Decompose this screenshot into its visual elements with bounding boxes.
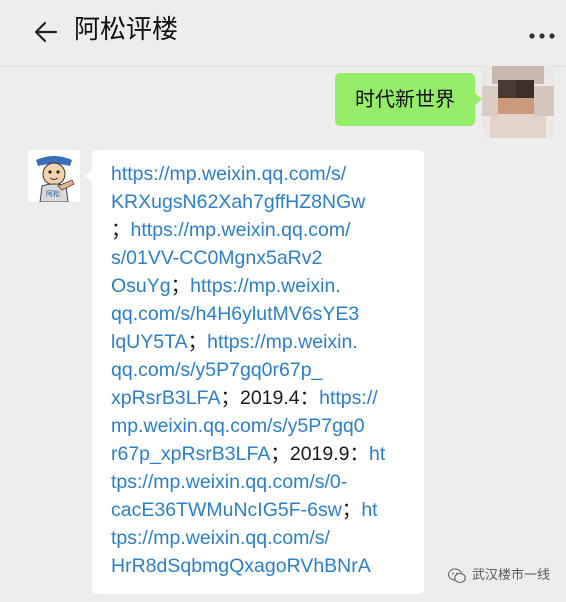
url-link[interactable]: s/01VV-CC0Mgnx5aRv2 xyxy=(111,247,322,269)
url-link[interactable]: ht xyxy=(361,499,377,521)
message-text-segment: ；2019.4： xyxy=(220,387,320,409)
url-link[interactable]: cacE36TWMuNcIG5F-6sw xyxy=(111,499,342,521)
message-line: ；https://mp.weixin.qq.com/ xyxy=(111,216,420,244)
message-line: HrR8dSqbmgQxagoRVhBNrA xyxy=(111,552,420,580)
svg-text:阿松: 阿松 xyxy=(46,189,60,198)
received-message-bubble[interactable]: https://mp.weixin.qq.com/s/KRXugsN62Xah7… xyxy=(85,150,424,594)
sent-message-bubble[interactable]: 时代新世界 xyxy=(335,73,482,126)
url-link[interactable]: https:// xyxy=(319,387,378,409)
chat-header: 阿松评楼 xyxy=(0,0,566,67)
received-message-text: https://mp.weixin.qq.com/s/KRXugsN62Xah7… xyxy=(111,160,420,580)
url-link[interactable]: mp.weixin.qq.com/s/y5P7gq0 xyxy=(111,415,365,437)
message-line: r67p_xpRsrB3LFA；2019.9：ht xyxy=(111,440,420,468)
cartoon-character-icon: 阿松 xyxy=(28,150,80,202)
avatar-pixel xyxy=(490,114,546,138)
sent-message-text: 时代新世界 xyxy=(355,87,455,111)
message-line: qq.com/s/y5P7gq0r67p_ xyxy=(111,356,420,384)
url-link[interactable]: HrR8dSqbmgQxagoRVhBNrA xyxy=(111,555,371,577)
url-link[interactable]: xpRsrB3LFA xyxy=(111,387,220,409)
message-text-segment: ； xyxy=(111,219,131,241)
avatar-pixel xyxy=(498,80,516,100)
chat-title: 阿松评楼 xyxy=(74,15,179,45)
message-text-segment: ； xyxy=(187,331,208,353)
back-arrow-icon[interactable] xyxy=(30,16,62,48)
url-link[interactable]: KRXugsN62Xah7gffHZ8NGw xyxy=(111,191,365,213)
message-line: qq.com/s/h4H6ylutMV6sYE3 xyxy=(111,300,420,328)
avatar-pixel xyxy=(482,86,498,116)
message-line: lqUY5TA；https://mp.weixin. xyxy=(111,328,420,356)
message-line: OsuYg；https://mp.weixin. xyxy=(111,272,420,300)
url-link[interactable]: r67p_xpRsrB3LFA xyxy=(111,443,270,465)
watermark-text: 武汉楼市一线 xyxy=(471,568,550,583)
more-dots-icon[interactable] xyxy=(526,24,558,48)
message-line: https://mp.weixin.qq.com/s/ xyxy=(111,160,420,188)
url-link[interactable]: https://mp.weixin.qq.com/s/ xyxy=(111,163,346,185)
message-line: mp.weixin.qq.com/s/y5P7gq0 xyxy=(111,412,420,440)
wechat-icon xyxy=(447,568,466,584)
message-line: tps://mp.weixin.qq.com/s/ xyxy=(111,524,420,552)
url-link[interactable]: tps://mp.weixin.qq.com/s/ xyxy=(111,527,330,549)
message-line: s/01VV-CC0Mgnx5aRv2 xyxy=(111,244,420,272)
url-link[interactable]: https://mp.weixin.qq.com/ xyxy=(131,219,351,241)
url-link[interactable]: lqUY5TA xyxy=(111,331,188,353)
url-link[interactable]: ht xyxy=(369,443,385,465)
url-link[interactable]: OsuYg xyxy=(111,275,171,297)
message-line: KRXugsN62Xah7gffHZ8NGw xyxy=(111,188,420,216)
my-avatar[interactable] xyxy=(482,66,554,138)
url-link[interactable]: https://mp.weixin. xyxy=(190,275,341,297)
url-link[interactable]: https://mp.weixin. xyxy=(207,331,358,353)
contact-avatar[interactable]: 阿松 xyxy=(28,150,80,202)
avatar-pixel xyxy=(534,86,554,116)
url-link[interactable]: qq.com/s/h4H6ylutMV6sYE3 xyxy=(111,303,359,325)
message-line: tps://mp.weixin.qq.com/s/0- xyxy=(111,468,420,496)
avatar-pixel xyxy=(516,80,534,100)
message-line: cacE36TWMuNcIG5F-6sw；ht xyxy=(111,496,420,524)
message-text-segment: ； xyxy=(170,275,191,297)
message-text-segment: ； xyxy=(341,499,362,521)
message-text-segment: ；2019.9： xyxy=(270,443,369,465)
url-link[interactable]: qq.com/s/y5P7gq0r67p_ xyxy=(111,359,322,381)
watermark: 武汉楼市一线 xyxy=(447,566,550,586)
message-line: xpRsrB3LFA；2019.4：https:// xyxy=(111,384,420,412)
url-link[interactable]: tps://mp.weixin.qq.com/s/0- xyxy=(111,471,347,493)
